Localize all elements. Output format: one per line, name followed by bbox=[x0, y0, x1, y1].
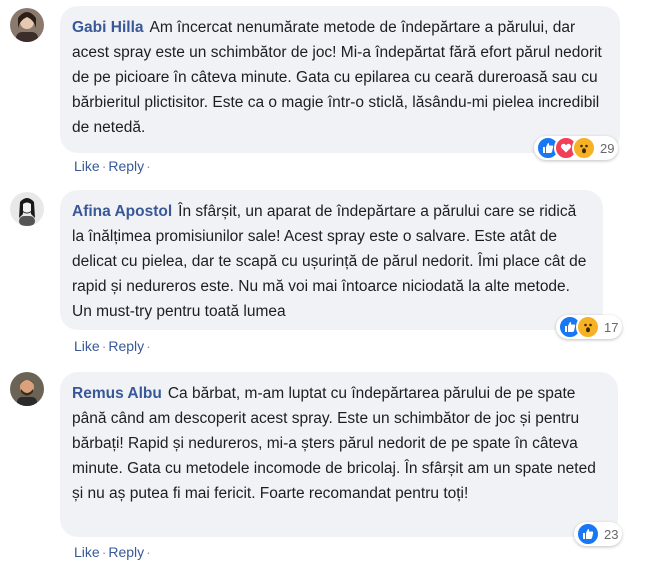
like-link[interactable]: Like bbox=[74, 544, 100, 560]
author-name[interactable]: Remus Albu bbox=[72, 385, 162, 402]
comment-actions: Like · Reply · bbox=[74, 338, 153, 354]
like-link[interactable]: Like bbox=[74, 158, 100, 174]
comment-bubble: Gabi Hilla Am încercat nenumărate metode … bbox=[60, 6, 620, 153]
separator-dot: · bbox=[101, 338, 107, 354]
comment-actions: Like · Reply · bbox=[74, 158, 153, 174]
reaction-count: 29 bbox=[600, 140, 615, 156]
comment-body: În sfârșit, un aparat de îndepărtare a p… bbox=[72, 203, 587, 320]
reaction-summary[interactable]: 23 bbox=[574, 522, 623, 546]
separator-dot: · bbox=[101, 158, 107, 174]
separator-dot: · bbox=[146, 158, 151, 174]
author-name[interactable]: Gabi Hilla bbox=[72, 19, 144, 36]
reaction-count: 23 bbox=[604, 526, 619, 542]
comment-text: Afina Apostol În sfârșit, un aparat de în… bbox=[72, 199, 591, 324]
comment-actions: Like · Reply · bbox=[74, 544, 153, 560]
reply-link[interactable]: Reply bbox=[108, 338, 144, 354]
comment-body: Am încercat nenumărate metode de îndepăr… bbox=[72, 19, 602, 136]
comment-text: Remus Albu Ca bărbat, m-am luptat cu înde… bbox=[72, 381, 606, 506]
separator-dot: · bbox=[146, 544, 151, 560]
separator-dot: · bbox=[146, 338, 151, 354]
reaction-count: 17 bbox=[604, 319, 619, 335]
comment-body: Ca bărbat, m-am luptat cu îndepărtarea p… bbox=[72, 385, 596, 502]
reply-link[interactable]: Reply bbox=[108, 544, 144, 560]
avatar[interactable] bbox=[10, 192, 44, 226]
author-name[interactable]: Afina Apostol bbox=[72, 203, 172, 220]
reply-link[interactable]: Reply bbox=[108, 158, 144, 174]
separator-dot: · bbox=[101, 544, 107, 560]
comment-bubble: Remus Albu Ca bărbat, m-am luptat cu înde… bbox=[60, 372, 618, 537]
reaction-summary[interactable]: 29 bbox=[534, 136, 619, 160]
reaction-summary[interactable]: 17 bbox=[556, 315, 623, 339]
wow-reaction-icon bbox=[572, 136, 596, 160]
avatar[interactable] bbox=[10, 372, 44, 406]
like-link[interactable]: Like bbox=[74, 338, 100, 354]
comment-bubble: Afina Apostol În sfârșit, un aparat de în… bbox=[60, 190, 603, 330]
like-reaction-icon bbox=[576, 522, 600, 546]
wow-reaction-icon bbox=[576, 315, 600, 339]
comment-text: Gabi Hilla Am încercat nenumărate metode … bbox=[72, 15, 608, 140]
avatar[interactable] bbox=[10, 8, 44, 42]
